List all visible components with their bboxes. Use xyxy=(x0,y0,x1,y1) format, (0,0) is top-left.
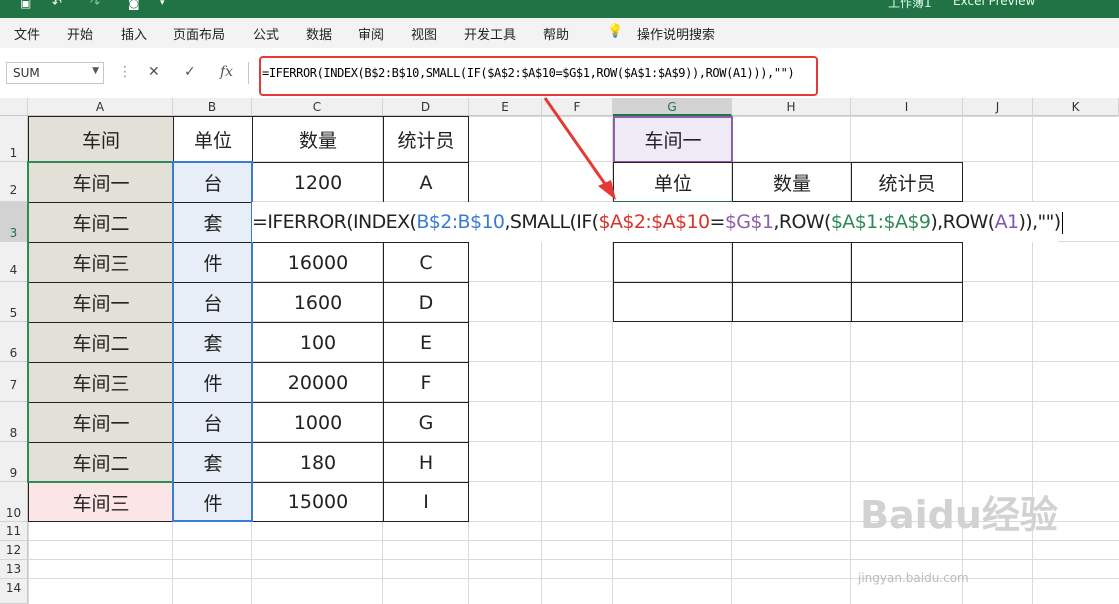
baidu-watermark: Baidu经验 xyxy=(860,493,1058,537)
watermark-url: jingyan.baidu.com xyxy=(858,571,969,585)
arrow-line xyxy=(543,97,614,195)
arrow-head xyxy=(598,180,616,200)
